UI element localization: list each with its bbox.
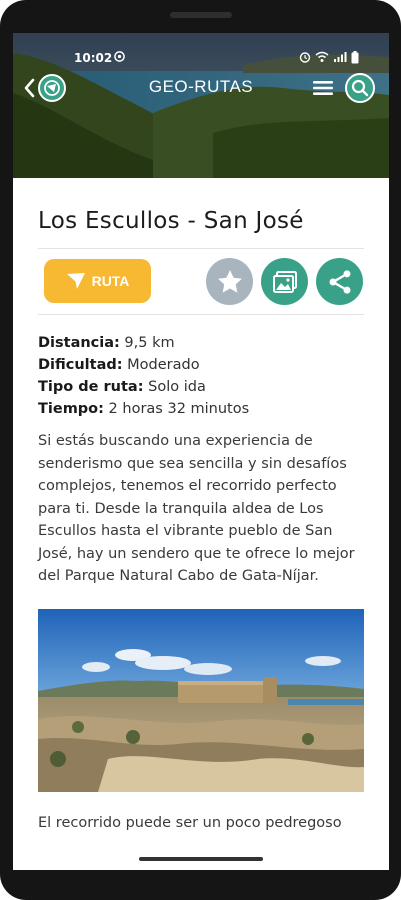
phone-frame: 10:02 GEO-RUTAS Los Escullos - San José … [0, 0, 401, 900]
spec-route-type: Tipo de ruta: Solo ida [38, 379, 206, 395]
route-content: Los Escullos - San José RUTA Distancia: … [13, 178, 389, 870]
image-icon [272, 270, 297, 293]
search-button[interactable] [344, 72, 376, 104]
status-bar: 10:02 [13, 47, 389, 67]
search-icon [345, 73, 375, 103]
favorite-button[interactable] [206, 258, 253, 305]
phone-speaker [170, 12, 232, 18]
navigation-arrow-icon [66, 273, 85, 289]
alarm-icon [299, 52, 311, 63]
gallery-button[interactable] [261, 258, 308, 305]
share-icon [329, 269, 350, 294]
spec-time: Tiempo: 2 horas 32 minutos [38, 401, 250, 417]
route-description: Si estás buscando una experiencia de sen… [38, 433, 355, 584]
ruta-button-label: RUTA [91, 273, 130, 289]
divider [38, 248, 364, 249]
divider [38, 314, 364, 315]
signal-icon [334, 52, 347, 62]
ruta-button[interactable]: RUTA [44, 259, 151, 303]
status-settings-icon [114, 51, 125, 62]
status-icons [299, 50, 359, 64]
home-indicator[interactable] [139, 857, 263, 861]
menu-icon [313, 81, 333, 95]
star-icon [217, 269, 242, 293]
route-description-continued: El recorrido puede ser un poco pedregoso [38, 815, 342, 831]
route-photo[interactable] [38, 609, 364, 792]
status-time: 10:02 [74, 51, 113, 65]
route-specs: Distancia: 9,5 km Dificultad: Moderado T… [38, 332, 249, 420]
route-title: Los Escullos - San José [38, 208, 304, 234]
share-button[interactable] [316, 258, 363, 305]
spec-distance: Distancia: 9,5 km [38, 335, 175, 351]
screen: 10:02 GEO-RUTAS Los Escullos - San José … [13, 33, 389, 870]
app-bar: GEO-RUTAS [13, 73, 389, 103]
spec-difficulty: Dificultad: Moderado [38, 357, 200, 373]
wifi-icon [315, 51, 329, 62]
menu-button[interactable] [311, 78, 335, 98]
battery-icon [351, 50, 359, 63]
